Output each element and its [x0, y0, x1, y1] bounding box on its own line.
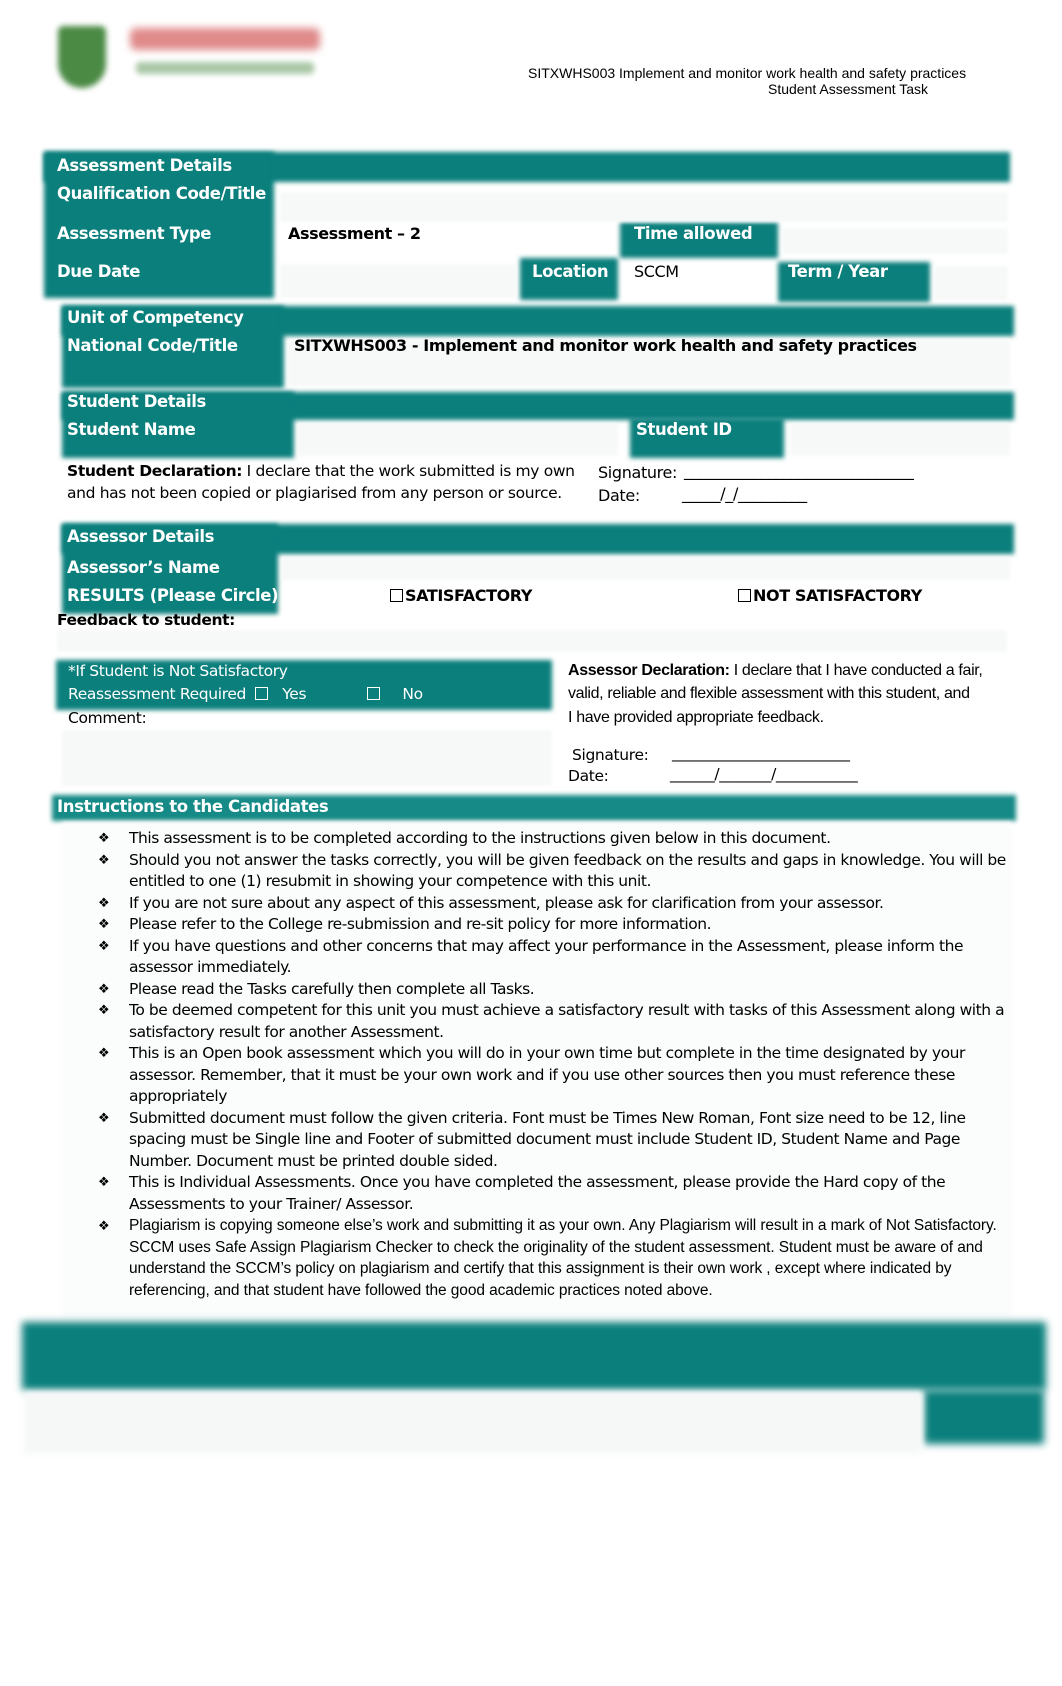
reassess-note: *If Student is Not Satisfactory [68, 662, 288, 680]
assessor-declaration-title: Assessor Declaration: [568, 662, 730, 679]
student-date-label: Date: [598, 486, 640, 505]
instruction-item: ❖ Submitted document must follow the give… [98, 1108, 966, 1170]
assessment-type-label: Assessment Type [57, 224, 212, 243]
instruction-item: ❖ Please read the Tasks carefully then co… [96, 979, 1008, 1001]
assessor-date-label: Date: [568, 767, 609, 785]
student-declaration-title: Student Declaration: [67, 462, 243, 480]
assessor-declaration-text-1: I declare that I have conducted a fair, [729, 662, 983, 679]
reassess-yes-checkbox[interactable] [254, 687, 268, 700]
bullet-icon: ❖ [98, 831, 110, 846]
reassess-row: Reassessment Required Yes No [68, 685, 423, 703]
student-declaration: Student Declaration: I declare that the … [67, 462, 575, 480]
term-year-field[interactable] [934, 266, 1008, 300]
satisfactory-label: SATISFACTORY [405, 586, 533, 605]
instruction-item: ❖ This is Individual Assessments. Once yo… [98, 1173, 946, 1213]
assessor-name-label: Assessor’s Name [67, 558, 220, 577]
student-id-field[interactable] [790, 424, 1010, 456]
instruction-item: ❖ Plagiarism is copying someone else’s wo… [98, 1217, 997, 1299]
bullet-icon: ❖ [98, 917, 110, 932]
not-satisfactory-label: NOT SATISFACTORY [753, 586, 922, 605]
student-declaration-text-2: and has not been copied or plagiarised f… [67, 484, 562, 502]
qualification-label: Qualification Code/Title [57, 184, 266, 203]
feedback-label: Feedback to student: [57, 611, 235, 629]
time-allowed-label: Time allowed [634, 224, 753, 243]
bullet-icon: ❖ [98, 1175, 110, 1190]
national-code-value: SITXWHS003 - Implement and monitor work … [294, 336, 917, 355]
instruction-item: ❖ If you have questions and other concern… [98, 936, 964, 977]
bullet-icon: ❖ [98, 895, 110, 911]
bullet-icon: ❖ [98, 1046, 110, 1061]
student-name-label: Student Name [67, 420, 196, 439]
instructions-list: ❖ This assessment is to be completed acco… [96, 828, 1008, 1301]
location-value: SCCM [634, 262, 679, 281]
results-label: RESULTS (Please Circle) [67, 586, 279, 605]
reassess-label: Reassessment Required [68, 685, 247, 703]
result-satisfactory-option[interactable]: SATISFACTORY [390, 586, 532, 605]
due-date-field[interactable] [280, 264, 516, 298]
logo-wordmark [130, 28, 320, 50]
bullet-icon: ❖ [98, 852, 110, 868]
instruction-item: ❖ This is an Open book assessment which y… [98, 1044, 965, 1105]
result-not-satisfactory-option[interactable]: NOT SATISFACTORY [738, 586, 922, 605]
assessor-declaration: Assessor Declaration: I declare that I h… [568, 662, 983, 680]
bullet-icon: ❖ [98, 981, 110, 997]
student-declaration-text-1: I declare that the work submitted is my … [242, 462, 575, 480]
instruction-item: ❖ This assessment is to be completed acco… [96, 828, 1008, 850]
bullet-icon: ❖ [98, 938, 110, 954]
reassess-no-checkbox[interactable] [366, 687, 380, 700]
assessment-type-value: Assessment – 2 [288, 224, 421, 243]
comment-label: Comment: [68, 709, 147, 727]
due-date-label: Due Date [57, 262, 141, 281]
instruction-item: ❖ Should you not answer the tasks correct… [98, 850, 1006, 891]
not-satisfactory-checkbox[interactable] [738, 589, 751, 602]
header-unit-title: SITXWHS003 Implement and monitor work he… [528, 65, 967, 81]
student-name-field[interactable] [298, 424, 618, 456]
assessment-details-heading: Assessment Details [57, 156, 232, 175]
bullet-icon: ❖ [98, 1003, 110, 1018]
qualification-field[interactable] [280, 192, 1008, 222]
bullet-icon: ❖ [98, 1110, 110, 1126]
unit-of-competency-heading: Unit of Competency [67, 308, 244, 327]
assessor-details-heading: Assessor Details [67, 527, 215, 546]
feedback-field[interactable] [57, 630, 1007, 652]
logo-subtitle [136, 62, 314, 74]
assessor-name-field[interactable] [282, 558, 1010, 580]
student-signature-line[interactable]: ______________________________ [684, 461, 914, 480]
assessor-declaration-text-2: valid, reliable and flexible assessment … [568, 685, 970, 702]
shield-icon [58, 26, 106, 88]
instruction-item: ❖ To be deemed competent for this unit yo… [98, 1001, 1005, 1041]
reassess-yes-label: Yes [282, 685, 307, 703]
reassess-no-label: No [402, 685, 423, 703]
instruction-item: ❖ Please refer to the College re-submissi… [96, 914, 1008, 936]
assessor-date-line[interactable]: ______/_______/___________ [670, 765, 858, 783]
assessor-signature-line[interactable]: ________________________ [672, 744, 850, 762]
student-details-heading: Student Details [67, 392, 206, 411]
assessor-declaration-text-3: I have provided appropriate feedback. [568, 709, 824, 726]
bullet-icon: ❖ [98, 1218, 110, 1233]
satisfactory-checkbox[interactable] [390, 589, 403, 602]
header-task-title: Student Assessment Task [768, 81, 929, 97]
term-year-label: Term / Year [788, 262, 888, 281]
student-id-label: Student ID [636, 420, 732, 439]
assessor-signature-label: Signature: [572, 746, 649, 764]
time-allowed-field[interactable] [782, 228, 1008, 254]
location-label: Location [532, 262, 609, 281]
student-signature-label: Signature: [598, 463, 678, 482]
national-code-label: National Code/Title [67, 336, 238, 355]
student-date-line[interactable]: _____/_/_________ [682, 484, 807, 503]
instruction-item: ❖ If you are not sure about any aspect of… [96, 893, 1008, 915]
comment-field[interactable] [62, 730, 552, 786]
instructions-heading: Instructions to the Candidates [57, 797, 329, 816]
